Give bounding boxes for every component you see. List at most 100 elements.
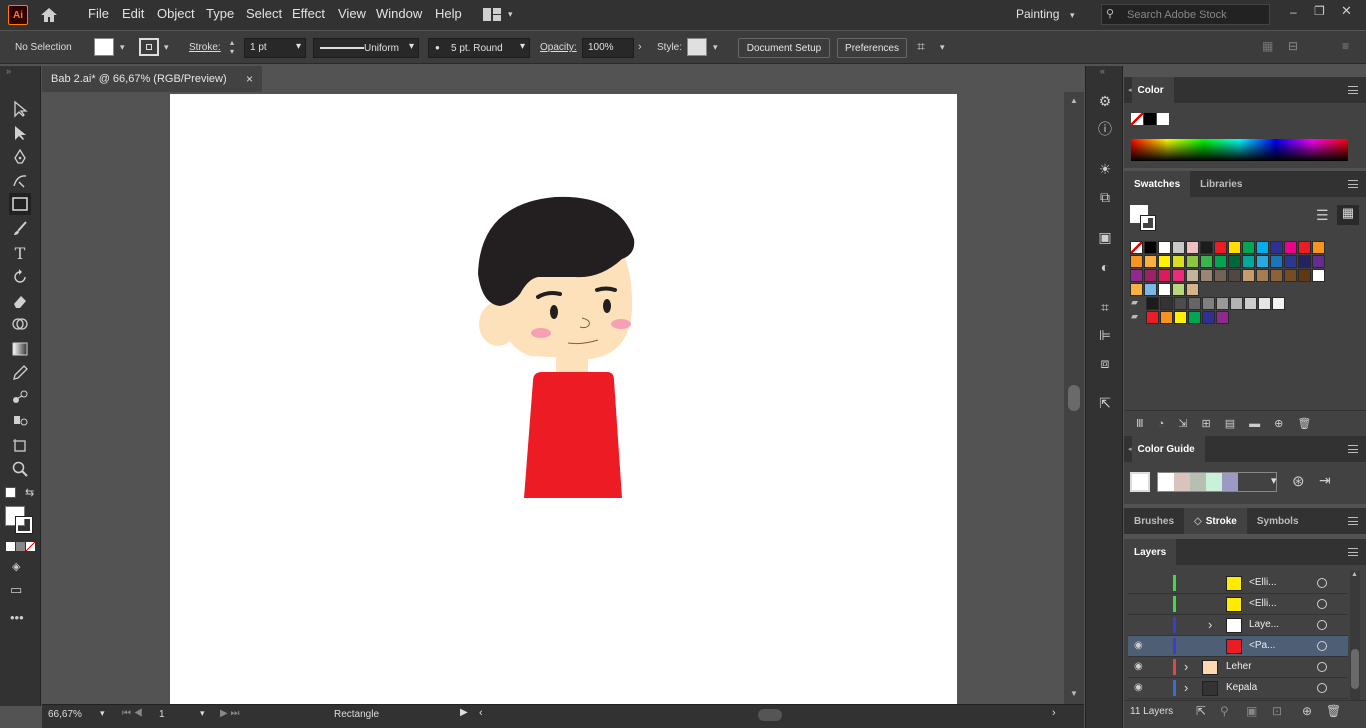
chevron-right-icon[interactable]: › <box>1052 707 1056 719</box>
swatch[interactable] <box>1214 241 1227 254</box>
transform-icon[interactable]: ⌗ <box>917 38 925 55</box>
layer-row[interactable]: ◉ › Leher <box>1128 657 1348 678</box>
chevron-down-icon[interactable]: ▾ <box>940 42 945 53</box>
swatch[interactable] <box>1256 255 1269 268</box>
swatch[interactable] <box>1130 269 1143 282</box>
visibility-eye-icon[interactable]: ◉ <box>1134 640 1143 651</box>
target-circle-icon[interactable] <box>1317 599 1327 609</box>
swatch[interactable] <box>1160 297 1173 310</box>
vertical-scrollbar[interactable]: ▲ ▼ <box>1064 92 1084 704</box>
eyedropper-tool-icon[interactable] <box>9 362 31 384</box>
artboard[interactable] <box>170 94 957 704</box>
swatch[interactable] <box>1130 283 1143 296</box>
rotate-tool-icon[interactable] <box>9 266 31 288</box>
menu-type[interactable]: Type <box>206 6 234 21</box>
swatch[interactable] <box>1158 283 1171 296</box>
default-fill-stroke-icon[interactable] <box>5 487 16 498</box>
type-tool-icon[interactable]: T <box>9 242 31 264</box>
gradient-tool-icon[interactable] <box>9 338 31 360</box>
transparency-icon[interactable]: ▣ <box>1096 228 1114 246</box>
close-window-button[interactable]: ✕ <box>1341 3 1352 19</box>
swatch[interactable] <box>1158 241 1171 254</box>
swatch[interactable] <box>1144 283 1157 296</box>
swatch[interactable] <box>1174 311 1187 324</box>
swatch[interactable] <box>1188 311 1201 324</box>
color-wheel-icon[interactable]: ⊛ <box>1292 472 1305 490</box>
graphic-styles-icon[interactable]: ◐ <box>1096 258 1114 276</box>
close-tab-button[interactable]: × <box>246 72 253 86</box>
swatch[interactable] <box>1146 297 1159 310</box>
opacity-label[interactable]: Opacity: <box>540 42 577 53</box>
guide-color-chip[interactable] <box>1174 473 1190 491</box>
swatch[interactable] <box>1244 297 1257 310</box>
swatch[interactable] <box>1242 241 1255 254</box>
chevron-right-icon[interactable]: › <box>638 41 642 53</box>
tab-swatches[interactable]: Swatches <box>1124 171 1191 197</box>
first-artboard-icon[interactable]: ⏮ ◀ <box>122 708 143 719</box>
delete-layer-icon[interactable]: 🗑 <box>1326 704 1341 718</box>
transform-panel-icon[interactable]: ⧉ <box>1096 188 1114 206</box>
stroke-swatch[interactable] <box>139 38 159 56</box>
chevron-down-icon[interactable]: ▾ <box>100 708 105 719</box>
layer-row[interactable]: ◉ <Pa... <box>1128 636 1348 657</box>
swatch-libraries-icon[interactable]: Ⅲ <box>1136 417 1144 430</box>
swatch[interactable] <box>1144 241 1157 254</box>
preferences-button[interactable]: Preferences <box>837 38 907 58</box>
swatch[interactable] <box>1230 297 1243 310</box>
swatch[interactable] <box>1200 255 1213 268</box>
swatch[interactable] <box>1270 269 1283 282</box>
swatch[interactable] <box>1312 269 1325 282</box>
export-layer-icon[interactable]: ⇱ <box>1196 704 1206 718</box>
export-icon[interactable]: ⇱ <box>1096 394 1114 412</box>
grid-view-icon[interactable]: ▦ <box>1337 205 1359 225</box>
symbol-sprayer-tool-icon[interactable] <box>9 410 31 432</box>
layers-scrollbar[interactable]: ▲ <box>1350 571 1360 705</box>
layers-scroll-thumb[interactable] <box>1351 649 1359 689</box>
edit-toolbar-icon[interactable]: ••• <box>10 610 24 625</box>
paintbrush-tool-icon[interactable] <box>9 218 31 240</box>
visibility-eye-icon[interactable]: ◉ <box>1134 661 1143 672</box>
swatch[interactable] <box>1186 283 1199 296</box>
swatch[interactable] <box>1284 241 1297 254</box>
swatch[interactable] <box>1284 255 1297 268</box>
tab-brushes[interactable]: Brushes <box>1124 508 1184 534</box>
swatch[interactable] <box>1146 311 1159 324</box>
align-panel-icon[interactable]: ⊫ <box>1096 326 1114 344</box>
zoom-level[interactable]: 66,67% <box>48 709 82 720</box>
menu-file[interactable]: File <box>88 6 109 21</box>
last-artboard-icon[interactable]: ▶ ⏭ <box>220 708 239 719</box>
swatch[interactable] <box>1216 311 1229 324</box>
eraser-tool-icon[interactable] <box>9 290 31 312</box>
blend-tool-icon[interactable] <box>9 386 31 408</box>
swatch[interactable] <box>1144 255 1157 268</box>
shape-builder-tool-icon[interactable] <box>9 314 31 336</box>
settings-icon[interactable]: ⚙ <box>1096 92 1114 110</box>
horizontal-scroll-thumb[interactable] <box>758 709 782 721</box>
tab-color[interactable]: Color <box>1131 77 1174 103</box>
opacity-field[interactable]: 100% <box>582 38 634 58</box>
swatch[interactable] <box>1158 269 1171 282</box>
chevron-down-icon[interactable]: ▾ <box>508 9 513 20</box>
swatch-options-2-icon[interactable]: ▤ <box>1225 417 1235 430</box>
swatch[interactable] <box>1214 269 1227 282</box>
none-mode-icon[interactable] <box>26 542 35 551</box>
target-circle-icon[interactable] <box>1317 578 1327 588</box>
target-circle-icon[interactable] <box>1317 662 1327 672</box>
swatch[interactable] <box>1256 241 1269 254</box>
swatch[interactable] <box>1284 269 1297 282</box>
swatch[interactable] <box>1298 255 1311 268</box>
swatch[interactable] <box>1298 241 1311 254</box>
arrange-documents-icon[interactable] <box>483 8 501 21</box>
direct-selection-tool-icon[interactable] <box>9 122 31 144</box>
swatch[interactable] <box>1172 283 1185 296</box>
stroke-stepper[interactable]: ▴ ▾ <box>230 38 234 56</box>
tab-symbols[interactable]: Symbols <box>1247 508 1309 534</box>
swatch[interactable] <box>1202 297 1215 310</box>
swatch[interactable] <box>1130 255 1143 268</box>
visibility-eye-icon[interactable]: ◉ <box>1134 682 1143 693</box>
expand-chevron-icon[interactable]: › <box>1208 617 1212 632</box>
swatch[interactable] <box>1202 311 1215 324</box>
swatch[interactable] <box>1228 241 1241 254</box>
swatch[interactable] <box>1256 269 1269 282</box>
swatch[interactable] <box>1312 241 1325 254</box>
